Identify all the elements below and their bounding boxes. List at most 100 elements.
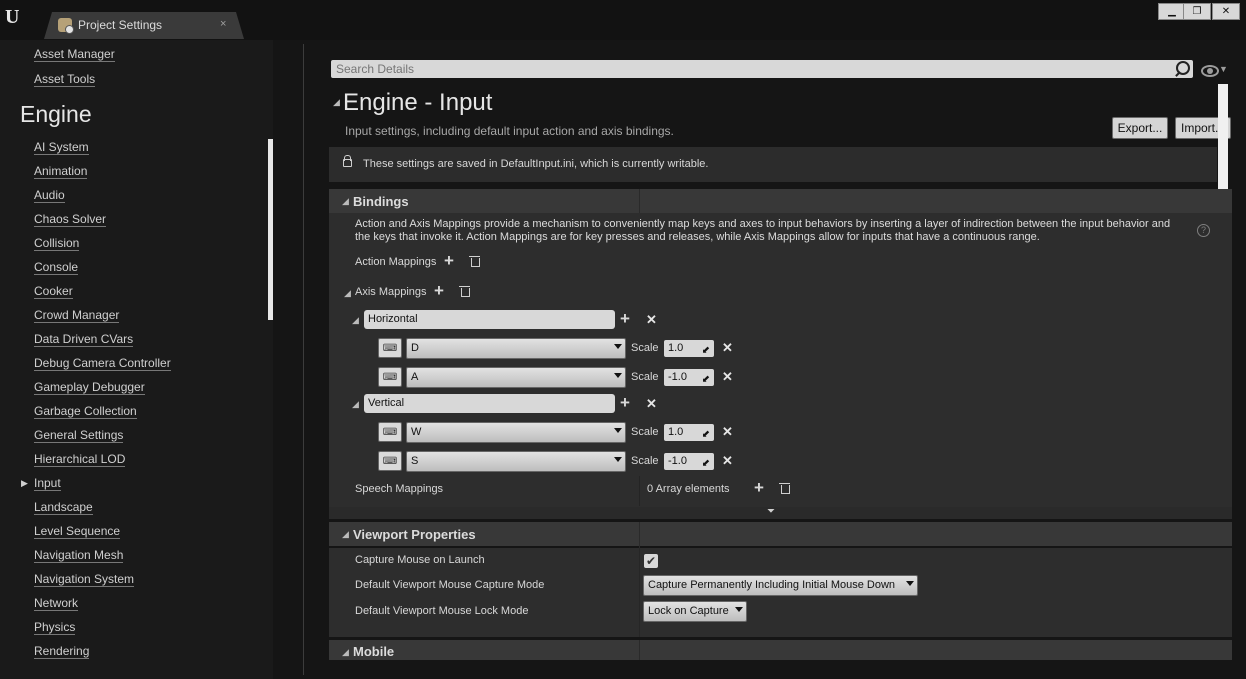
scale-field[interactable]: 1.0 ⬋ — [664, 340, 714, 357]
chevron-down-icon — [906, 581, 914, 586]
add-speech-mapping-icon[interactable]: + — [754, 479, 764, 496]
key-selector-icon[interactable]: ⌨ — [378, 451, 402, 471]
mobile-header[interactable] — [329, 640, 1232, 660]
scale-field[interactable]: -1.0 ⬋ — [664, 369, 714, 386]
bindings-description: Action and Axis Mappings provide a mecha… — [355, 218, 1171, 243]
sidebar-item-animation[interactable]: Animation — [34, 164, 88, 179]
remove-key-icon[interactable]: ✕ — [722, 341, 733, 355]
chevron-down-icon[interactable]: ▼ — [1219, 64, 1228, 74]
sidebar-item-garbage-collection[interactable]: Garbage Collection — [34, 404, 137, 419]
add-key-icon[interactable]: + — [620, 394, 630, 411]
sidebar-item-cooker[interactable]: Cooker — [34, 284, 73, 299]
sidebar-item-navigation-mesh[interactable]: Navigation Mesh — [34, 548, 124, 563]
scale-field[interactable]: 1.0 ⬋ — [664, 424, 714, 441]
capture-mode-label: Default Viewport Mouse Capture Mode — [355, 579, 545, 591]
key-dropdown[interactable]: S — [406, 451, 626, 472]
remove-key-icon[interactable]: ✕ — [722, 454, 733, 468]
sidebar-item-physics[interactable]: Physics — [34, 620, 76, 635]
collapse-triangle-icon[interactable]: ◢ — [342, 529, 349, 540]
remove-key-icon[interactable]: ✕ — [722, 425, 733, 439]
capture-mouse-checkbox[interactable]: ✔ — [644, 554, 658, 568]
remove-key-icon[interactable]: ✕ — [722, 370, 733, 384]
scale-value: -1.0 — [668, 455, 687, 467]
sidebar-item-gameplay-debugger[interactable]: Gameplay Debugger — [34, 380, 145, 395]
sidebar-item-level-sequence[interactable]: Level Sequence — [34, 524, 121, 539]
remove-axis-icon[interactable]: ✕ — [646, 397, 657, 411]
axis-name-field[interactable]: Vertical — [364, 394, 615, 413]
add-key-icon[interactable]: + — [620, 310, 630, 327]
sidebar-item-hierarchical-lod[interactable]: Hierarchical LOD — [34, 452, 126, 467]
scale-field[interactable]: -1.0 ⬋ — [664, 453, 714, 470]
settings-icon — [58, 18, 74, 34]
capture-mode-value: Capture Permanently Including Initial Mo… — [648, 579, 896, 591]
key-dropdown[interactable]: D — [406, 338, 626, 359]
sidebar-item-asset-manager[interactable]: Asset Manager — [34, 47, 115, 62]
help-icon[interactable]: ? — [1197, 224, 1210, 237]
eye-icon[interactable] — [1201, 65, 1219, 77]
collapse-triangle-icon[interactable]: ◢ — [333, 97, 340, 108]
add-action-mapping-icon[interactable]: + — [444, 252, 454, 269]
chevron-down-icon — [614, 457, 622, 462]
sidebar-item-debug-camera-controller[interactable]: Debug Camera Controller — [34, 356, 171, 371]
sidebar-item-chaos-solver[interactable]: Chaos Solver — [34, 212, 107, 227]
lock-mode-value: Lock on Capture — [648, 605, 729, 617]
search-input[interactable] — [336, 62, 1156, 76]
splitter[interactable] — [303, 44, 304, 675]
spin-arrow-icon[interactable]: ⬋ — [702, 455, 710, 472]
key-selector-icon[interactable]: ⌨ — [378, 422, 402, 442]
scale-label: Scale — [631, 426, 659, 438]
sidebar-item-asset-tools[interactable]: Asset Tools — [34, 72, 96, 87]
sidebar-item-input[interactable]: Input — [34, 476, 61, 491]
speech-mappings-value: 0 Array elements — [647, 483, 730, 495]
capture-mode-dropdown[interactable]: Capture Permanently Including Initial Mo… — [643, 575, 918, 596]
sidebar-item-audio[interactable]: Audio — [34, 188, 65, 203]
sidebar-item-crowd-manager[interactable]: Crowd Manager — [34, 308, 120, 323]
minimize-button[interactable]: ▁ — [1158, 3, 1186, 20]
spin-arrow-icon[interactable]: ⬋ — [702, 426, 710, 443]
unreal-logo-icon[interactable]: U — [5, 6, 25, 28]
export-button[interactable]: Export... — [1112, 117, 1168, 139]
lock-mode-dropdown[interactable]: Lock on Capture — [643, 601, 747, 622]
axis-name-field[interactable]: Horizontal — [364, 310, 615, 329]
key-dropdown[interactable]: W — [406, 422, 626, 443]
sidebar-item-collision[interactable]: Collision — [34, 236, 80, 251]
key-selector-icon[interactable]: ⌨ — [378, 338, 402, 358]
scale-label: Scale — [631, 342, 659, 354]
collapse-triangle-icon[interactable]: ◢ — [352, 315, 359, 326]
sidebar-item-landscape[interactable]: Landscape — [34, 500, 93, 515]
sidebar-item-ai-system[interactable]: AI System — [34, 140, 89, 155]
expand-arrow-icon[interactable]: ⏷ — [767, 506, 775, 517]
close-button[interactable]: ✕ — [1212, 3, 1240, 20]
trash-icon[interactable] — [469, 256, 480, 267]
collapse-triangle-icon[interactable]: ◢ — [344, 288, 351, 299]
trash-icon[interactable] — [459, 286, 470, 297]
scale-value: -1.0 — [668, 371, 687, 383]
add-axis-mapping-icon[interactable]: + — [434, 282, 444, 299]
sidebar-item-general-settings[interactable]: General Settings — [34, 428, 124, 443]
key-dropdown[interactable]: A — [406, 367, 626, 388]
column-divider — [639, 476, 640, 506]
collapse-triangle-icon[interactable]: ◢ — [352, 399, 359, 410]
scale-value: 1.0 — [668, 342, 684, 354]
sidebar-scrollbar[interactable] — [268, 139, 273, 320]
search-icon[interactable] — [1176, 61, 1190, 75]
collapse-triangle-icon[interactable]: ◢ — [342, 196, 349, 207]
maximize-button[interactable]: ❐ — [1183, 3, 1211, 20]
spin-arrow-icon[interactable]: ⬋ — [702, 371, 710, 388]
bindings-header[interactable] — [329, 189, 1232, 213]
sidebar-item-data-driven-cvars[interactable]: Data Driven CVars — [34, 332, 134, 347]
collapse-triangle-icon[interactable]: ◢ — [342, 647, 349, 658]
spin-arrow-icon[interactable]: ⬋ — [702, 342, 710, 359]
sidebar-item-network[interactable]: Network — [34, 596, 79, 611]
sidebar-item-console[interactable]: Console — [34, 260, 79, 275]
tab-title: Project Settings — [78, 18, 163, 32]
remove-axis-icon[interactable]: ✕ — [646, 313, 657, 327]
chevron-down-icon — [735, 607, 743, 612]
lock-icon — [343, 155, 352, 167]
sidebar-item-navigation-system[interactable]: Navigation System — [34, 572, 135, 587]
advanced-expander[interactable] — [329, 507, 1232, 519]
tab-close-icon[interactable]: × — [220, 18, 226, 30]
key-selector-icon[interactable]: ⌨ — [378, 367, 402, 387]
trash-icon[interactable] — [779, 483, 790, 494]
sidebar-item-rendering[interactable]: Rendering — [34, 644, 90, 659]
